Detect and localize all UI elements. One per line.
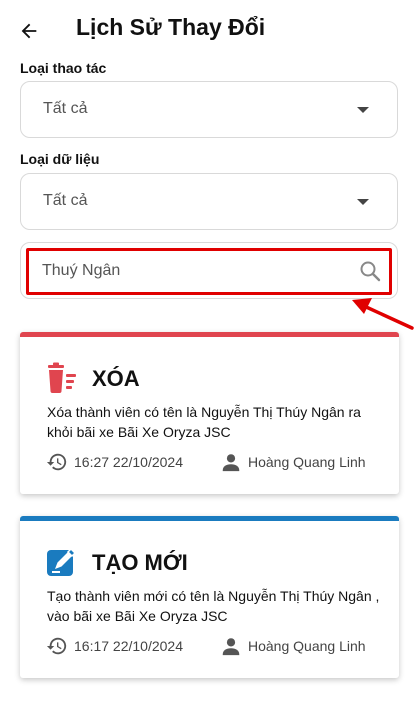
action-type-select[interactable]: Tất cả xyxy=(20,81,398,138)
card-accent-bar xyxy=(20,332,399,337)
card-action-title: XÓA xyxy=(92,366,140,391)
data-type-select[interactable]: Tất cả xyxy=(20,173,398,230)
page-title: Lịch Sử Thay Đổi xyxy=(76,14,266,40)
history-card[interactable]: XÓA Xóa thành viên có tên là Nguyễn Thị … xyxy=(20,332,399,494)
app-header: Lịch Sử Thay Đổi xyxy=(0,0,419,58)
dropdown-caret-icon xyxy=(357,199,369,205)
back-button[interactable] xyxy=(14,16,44,46)
search-icon[interactable] xyxy=(358,259,382,283)
data-type-label: Loại dữ liệu xyxy=(20,151,100,167)
card-action-title: TẠO MỚI xyxy=(92,550,188,575)
action-type-value: Tất cả xyxy=(43,100,88,117)
search-input[interactable] xyxy=(42,258,342,284)
card-timestamp: 16:17 22/10/2024 xyxy=(74,638,183,654)
card-timestamp: 16:27 22/10/2024 xyxy=(74,454,183,470)
history-card[interactable]: TẠO MỚI Tạo thành viên mới có tên là Ngu… xyxy=(20,516,399,678)
history-clock-icon xyxy=(46,453,67,471)
history-clock-icon xyxy=(46,637,67,655)
card-description: Tạo thành viên mới có tên là Nguyễn Thị … xyxy=(47,588,380,624)
trash-icon xyxy=(48,362,76,393)
pencil-create-icon xyxy=(47,547,77,576)
dropdown-caret-icon xyxy=(357,107,369,113)
person-icon xyxy=(222,638,240,656)
card-accent-bar xyxy=(20,516,399,521)
card-user: Hoàng Quang Linh xyxy=(248,454,366,470)
person-icon xyxy=(222,454,240,472)
arrow-left-icon xyxy=(21,23,37,39)
data-type-value: Tất cả xyxy=(43,192,88,209)
card-user: Hoàng Quang Linh xyxy=(248,638,366,654)
card-description: Xóa thành viên có tên là Nguyễn Thị Thúy… xyxy=(47,404,361,440)
action-type-label: Loại thao tác xyxy=(20,60,107,76)
annotation-arrow-icon xyxy=(352,298,414,330)
